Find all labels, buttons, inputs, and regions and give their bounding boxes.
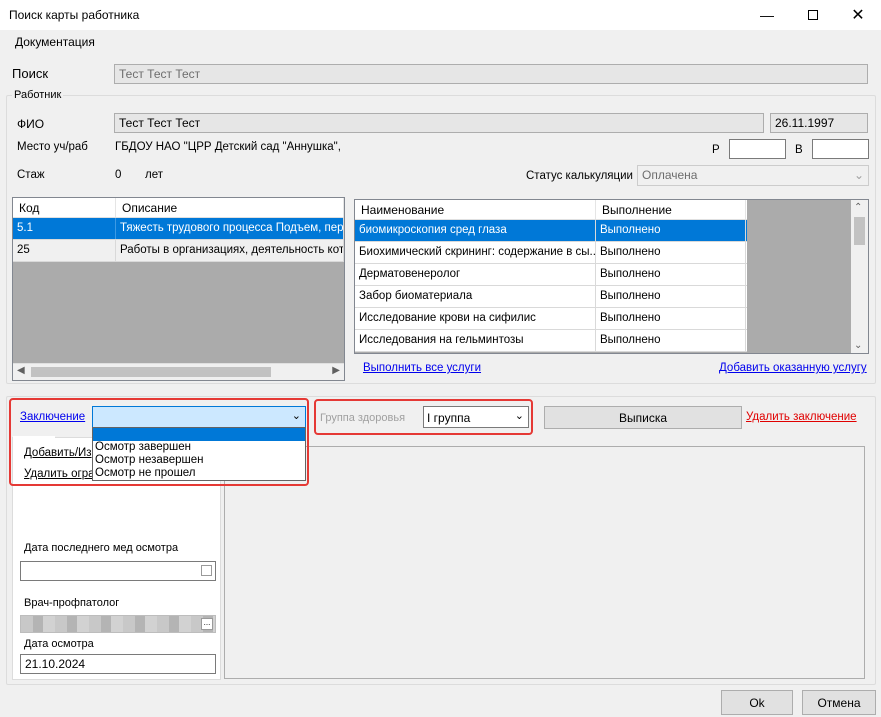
- dropdown-option[interactable]: Осмотр незавершен: [93, 454, 305, 467]
- chevron-down-icon: ⌄: [853, 168, 864, 182]
- vertical-scrollbar[interactable]: ⌃ ⌄: [851, 200, 868, 353]
- fio-field[interactable]: Тест Тест Тест: [114, 113, 764, 133]
- doctor-label: Врач-профпатолог: [24, 597, 120, 609]
- workplace-value: ГБДОУ НАО "ЦРР Детский сад "Аннушка",: [115, 141, 341, 153]
- conclusion-select[interactable]: ⌄: [92, 406, 306, 428]
- horizontal-scrollbar[interactable]: ◀ ▶: [13, 363, 344, 380]
- title-bar: Поиск карты работника — ✕: [0, 0, 881, 30]
- table-row[interactable]: Исследование крови на сифилис Выполнено: [355, 308, 747, 330]
- last-exam-label: Дата последнего мед осмотра: [24, 542, 179, 554]
- maximize-button[interactable]: [790, 0, 836, 30]
- cancel-button[interactable]: Отмена: [802, 690, 876, 715]
- checkbox-icon[interactable]: [201, 565, 212, 576]
- r-input[interactable]: [729, 139, 786, 159]
- factors-table-header: Код Описание: [13, 198, 344, 218]
- exam-date-label: Дата осмотра: [24, 638, 94, 650]
- experience-unit: лет: [145, 169, 163, 181]
- experience-label: Стаж: [17, 169, 45, 181]
- scroll-thumb[interactable]: [854, 217, 865, 245]
- table-row[interactable]: Дерматовенеролог Выполнено: [355, 264, 747, 286]
- dropdown-option[interactable]: Осмотр завершен: [93, 441, 305, 454]
- health-group-value: I группа: [427, 411, 471, 425]
- fio-label: ФИО: [17, 117, 45, 131]
- services-table: Наименование Выполнение биомикроскопия с…: [354, 199, 869, 354]
- ellipsis-icon[interactable]: ...: [201, 618, 213, 630]
- search-input[interactable]: Тест Тест Тест: [114, 64, 868, 84]
- cell-status: Выполнено: [596, 242, 746, 263]
- cell-status: Выполнено: [596, 264, 746, 285]
- services-table-header: Наименование Выполнение: [355, 200, 747, 220]
- chevron-down-icon: ⌄: [854, 340, 863, 351]
- cell-name: Биохимический скрининг: содержание в сы.…: [355, 242, 596, 263]
- cell-name: Забор биоматериала: [355, 286, 596, 307]
- experience-value: 0: [115, 169, 122, 181]
- table-row[interactable]: 5.1 Тяжесть трудового процесса Подъем, п…: [13, 218, 344, 240]
- cell-status: Выполнено: [596, 220, 746, 241]
- v-input[interactable]: [812, 139, 869, 159]
- column-header-name[interactable]: Наименование: [355, 200, 596, 219]
- dropdown-option[interactable]: [93, 428, 305, 441]
- minimize-icon: —: [760, 7, 774, 23]
- last-exam-date-field[interactable]: [20, 561, 216, 581]
- table-row[interactable]: Забор биоматериала Выполнено: [355, 286, 747, 308]
- table-row[interactable]: 25 Работы в организациях, деятельность к…: [13, 240, 344, 262]
- cell-description: Тяжесть трудового процесса Подъем, перем: [116, 218, 344, 239]
- cell-name: Исследование крови на сифилис: [355, 308, 596, 329]
- close-button[interactable]: ✕: [835, 0, 881, 30]
- table-row[interactable]: биомикроскопия сред глаза Выполнено: [355, 220, 747, 242]
- birth-date-field[interactable]: 26.11.1997: [770, 113, 868, 133]
- scroll-thumb[interactable]: [31, 367, 271, 377]
- menu-bar: [0, 30, 881, 54]
- cell-status: Выполнено: [596, 308, 746, 329]
- chevron-up-icon: ⌃: [854, 202, 863, 213]
- dropdown-option[interactable]: Осмотр не прошел: [93, 467, 305, 480]
- do-all-services-link[interactable]: Выполнить все услуги: [363, 362, 481, 374]
- chevron-down-icon: ⌄: [514, 410, 524, 422]
- window-title: Поиск карты работника: [9, 8, 140, 22]
- menu-item-documentation[interactable]: Документация: [15, 35, 95, 49]
- conclusion-dropdown: Осмотр завершен Осмотр незавершен Осмотр…: [92, 427, 306, 481]
- table-row[interactable]: Биохимический скрининг: содержание в сы.…: [355, 242, 747, 264]
- column-header-description[interactable]: Описание: [116, 198, 344, 217]
- chevron-down-icon: ⌄: [291, 410, 301, 422]
- calc-status-label: Статус калькуляции: [526, 170, 633, 182]
- cell-name: Дерматовенеролог: [355, 264, 596, 285]
- column-header-status[interactable]: Выполнение: [596, 200, 746, 219]
- scroll-right-icon: ▶: [332, 365, 340, 376]
- column-header-code[interactable]: Код: [13, 198, 116, 217]
- cell-code: 25: [13, 240, 116, 261]
- calc-status-select[interactable]: Оплачена ⌄: [637, 165, 869, 186]
- cell-status: Выполнено: [596, 330, 746, 351]
- table-row[interactable]: Исследования на гельминтозы Выполнено: [355, 330, 747, 352]
- cell-description: Работы в организациях, деятельность кото…: [116, 240, 344, 261]
- cell-name: биомикроскопия сред глаза: [355, 220, 596, 241]
- doctor-field[interactable]: ...: [20, 615, 216, 633]
- cell-status: Выполнено: [596, 286, 746, 307]
- maximize-icon: [808, 10, 818, 20]
- close-icon: ✕: [851, 7, 865, 24]
- health-group-select[interactable]: I группа ⌄: [423, 406, 529, 428]
- minimize-button[interactable]: —: [744, 0, 790, 30]
- conclusion-link[interactable]: Заключение: [20, 411, 85, 423]
- cell-code: 5.1: [13, 218, 116, 239]
- delete-conclusion-link[interactable]: Удалить заключение: [746, 411, 857, 423]
- health-group-label: Группа здоровья: [320, 412, 406, 424]
- extract-button[interactable]: Выписка: [544, 406, 742, 429]
- search-label: Поиск: [12, 66, 49, 81]
- worker-legend: Работник: [12, 89, 64, 101]
- ok-button[interactable]: Ok: [721, 690, 793, 715]
- cell-name: Исследования на гельминтозы: [355, 330, 596, 351]
- scroll-left-icon: ◀: [17, 365, 25, 376]
- exam-date-field[interactable]: 21.10.2024: [20, 654, 216, 674]
- factors-table: Код Описание 5.1 Тяжесть трудового проце…: [12, 197, 345, 381]
- calc-status-value: Оплачена: [642, 168, 698, 182]
- notes-panel[interactable]: [224, 446, 865, 679]
- workplace-label: Место уч/раб: [17, 141, 88, 153]
- add-service-link[interactable]: Добавить оказанную услугу: [719, 362, 867, 374]
- r-label: Р: [712, 144, 720, 156]
- v-label: В: [795, 144, 803, 156]
